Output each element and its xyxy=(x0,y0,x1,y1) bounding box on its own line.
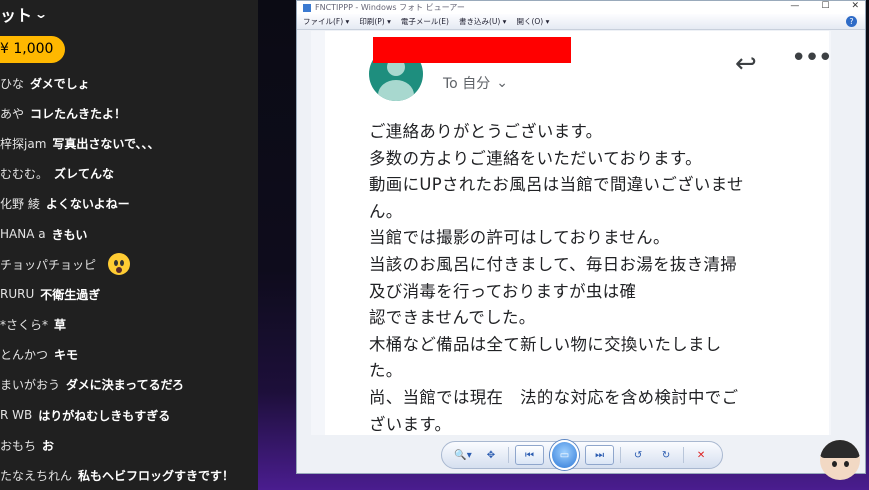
chat-author: たなえちれん xyxy=(0,469,73,484)
chat-text: はりがねむしきもすぎる xyxy=(38,408,171,423)
chat-message: R WB はりがねむしきもすぎる xyxy=(0,400,258,430)
chat-message: おもちお xyxy=(0,430,258,460)
chat-message: ひな ダメでしょ xyxy=(0,68,258,98)
email-line: ざいます。 xyxy=(369,414,452,434)
chat-text: キモ xyxy=(54,348,79,363)
next-button[interactable]: ⏭ xyxy=(585,445,615,465)
minimize-icon[interactable]: — xyxy=(790,1,799,11)
chat-author: HANA a xyxy=(0,227,46,242)
chat-author: あや xyxy=(0,106,25,121)
email-line: ご連絡ありがとうございます。 xyxy=(369,122,603,141)
image-canvas: To 自分 ⌄ ↩ ••• ご連絡ありがとうございます。 多数の方よりご連絡をい… xyxy=(311,31,831,435)
chat-author: まいがおう xyxy=(0,378,61,393)
recipient-label: To 自分 xyxy=(443,76,491,92)
chat-author: ひな xyxy=(0,76,25,91)
maximize-icon[interactable]: ☐ xyxy=(821,1,829,11)
rotate-left-icon[interactable]: ↺ xyxy=(627,445,649,465)
chat-text: ダメでしょ xyxy=(30,76,90,91)
chat-author: *さくら* xyxy=(0,318,49,333)
window-title: FNCTIPPP - Windows フォト ビューアー xyxy=(315,3,465,12)
email-screenshot: To 自分 ⌄ ↩ ••• ご連絡ありがとうございます。 多数の方よりご連絡をい… xyxy=(325,31,831,435)
divider xyxy=(508,447,509,463)
zoom-icon[interactable]: 🔍▾ xyxy=(452,445,474,465)
window-controls: — ☐ ✕ xyxy=(790,1,859,11)
chat-message: 梓探jam 写真出さないで、、、 xyxy=(0,128,258,158)
email-line: 多数の方よりご連絡をいただいております。 xyxy=(369,148,702,168)
menu-burn[interactable]: 書き込み(U) ▾ xyxy=(459,16,507,27)
chat-text: お xyxy=(42,438,55,453)
previous-button[interactable]: ⏮ xyxy=(514,445,544,465)
chat-author: RURU xyxy=(0,287,35,302)
menu-print[interactable]: 印刷(P) ▾ xyxy=(359,16,391,27)
chat-author: R WB xyxy=(0,408,33,423)
email-line: た。 xyxy=(369,361,403,381)
rotate-right-icon[interactable]: ↻ xyxy=(655,445,677,465)
chat-text: よくないよねー xyxy=(45,197,130,212)
chat-text: コレたんきたよ！ xyxy=(30,106,127,121)
chat-text: 不衛生過ぎ xyxy=(40,287,101,302)
chat-message: HANA a きもい xyxy=(0,219,258,249)
chat-message: あや コレたんきたよ！ xyxy=(0,98,258,128)
menu-file[interactable]: ファイル(F) ▾ xyxy=(303,16,349,27)
email-line: 動画にUPされたお風呂は当館で間違いございませ xyxy=(369,175,744,195)
email-line: ん。 xyxy=(369,201,403,221)
email-line: 木桶など備品は全て新しい物に交換いたしまし xyxy=(369,334,722,354)
chevron-down-icon[interactable]: ⌄ xyxy=(34,7,48,21)
redaction-bar xyxy=(373,37,571,63)
menu-bar: ファイル(F) ▾ 印刷(P) ▾ 電子メール(E) 書き込み(U) ▾ 開く(… xyxy=(297,14,865,30)
email-line: 当該のお風呂に付きまして、毎日お湯を抜き清掃 xyxy=(369,254,738,274)
chat-author: おもち xyxy=(0,438,37,453)
slideshow-button[interactable]: ▭ xyxy=(549,440,580,470)
chat-author: 梓探jam xyxy=(0,136,47,151)
chat-message: チョッパチョッピ xyxy=(0,249,258,279)
chat-author: とんかつ xyxy=(0,348,49,363)
chat-author: 化野 綾 xyxy=(0,197,40,212)
delete-icon[interactable]: ✕ xyxy=(690,445,712,465)
email-recipient: To 自分 ⌄ xyxy=(443,73,508,93)
chat-author: むむむ。 xyxy=(0,167,49,182)
chat-message: 化野 綾よくないよねー xyxy=(0,189,258,219)
scream-emoji-icon xyxy=(108,253,131,276)
chat-text: ズレてんな xyxy=(54,167,115,182)
email-line: 認できませんでした。 xyxy=(369,308,536,328)
chat-message: たなえちれん 私もヘビフロッグすきです！ xyxy=(0,460,258,490)
chat-text: ダメに決まってるだろ xyxy=(66,378,184,393)
menu-open[interactable]: 開く(O) ▾ xyxy=(516,16,549,27)
window-titlebar[interactable]: FNCTIPPP - Windows フォト ビューアー — ☐ ✕ xyxy=(297,1,865,14)
chat-message: RURU 不衛生過ぎ xyxy=(0,279,258,309)
divider xyxy=(620,447,622,463)
chat-text: 写真出さないで、、、 xyxy=(52,136,160,151)
photo-viewer-window: FNCTIPPP - Windows フォト ビューアー — ☐ ✕ ファイル(… xyxy=(296,0,866,474)
live-chat-panel: ット ⌄ ¥ 1,000 ひな ダメでしょ あや コレたんきたよ！ 梓探jam 写真出… xyxy=(0,0,258,490)
chevron-down-icon: ⌄ xyxy=(496,75,508,91)
chat-text: きもい xyxy=(51,227,88,242)
menu-email[interactable]: 電子メール(E) xyxy=(401,16,449,27)
chat-message: むむむ。 ズレてんな xyxy=(0,159,258,189)
chat-text: 草 xyxy=(54,318,67,333)
email-line: 尚、当館では現在 法的な対応を含め検討中でご xyxy=(369,387,739,407)
divider xyxy=(683,447,685,463)
chat-message: *さくら* 草 xyxy=(0,310,258,340)
app-icon xyxy=(303,3,311,12)
close-icon[interactable]: ✕ xyxy=(851,1,859,11)
viewer-toolbar: 🔍▾ ✥ ⏮ ▭ ⏭ ↺ ↻ ✕ xyxy=(441,440,723,470)
chat-title: ット xyxy=(0,6,33,25)
email-line: 及び消毒を行っておりますが虫は確 xyxy=(369,281,637,301)
email-body: ご連絡ありがとうございます。 多数の方よりご連絡をいただいております。 動画にU… xyxy=(369,119,819,435)
email-line: 当館では撮影の許可はしておりません。 xyxy=(369,228,670,248)
chat-message: とんかつ キモ xyxy=(0,340,258,370)
reply-icon: ↩ xyxy=(735,49,757,79)
more-options-icon: ••• xyxy=(791,43,831,73)
chat-text: 私もヘビフロッグすきです！ xyxy=(78,469,235,484)
chat-author: チョッパチョッピ xyxy=(0,257,97,272)
chat-message: まいがおう ダメに決まってるだろ xyxy=(0,370,258,400)
streamer-avatar xyxy=(820,440,860,480)
fit-window-icon[interactable]: ✥ xyxy=(480,445,502,465)
help-icon[interactable]: ? xyxy=(846,16,857,27)
chat-message-list: ひな ダメでしょ あや コレたんきたよ！ 梓探jam 写真出さないで、、、 むむむ。ズ… xyxy=(0,68,258,490)
chat-header[interactable]: ット ⌄ xyxy=(0,0,258,26)
superchat-badge[interactable]: ¥ 1,000 xyxy=(0,36,66,63)
